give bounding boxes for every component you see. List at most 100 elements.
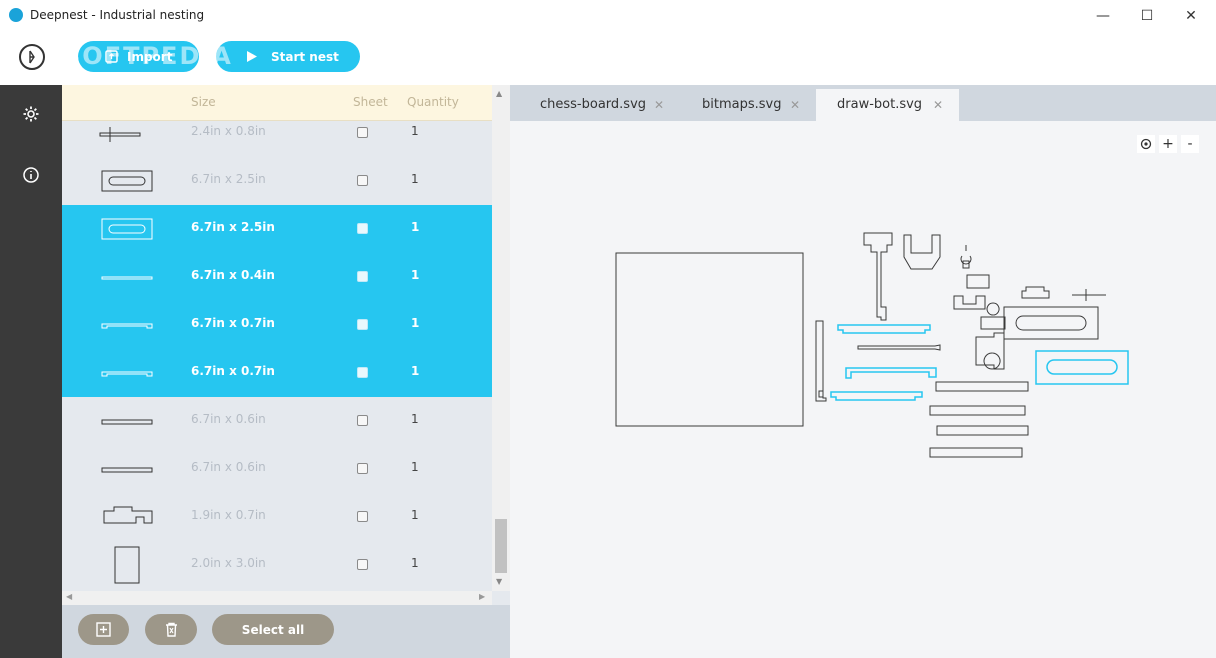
sheet-column-header: Sheet xyxy=(353,95,388,109)
sheet-checkbox[interactable] xyxy=(357,511,368,522)
part-rail-selected-1 xyxy=(837,324,931,334)
sheet-checkbox[interactable] xyxy=(357,127,368,138)
tab-label: bitmaps.svg xyxy=(702,97,782,112)
tab-draw-bot[interactable]: draw-bot.svg ✕ xyxy=(816,89,959,121)
part-quantity[interactable]: 1 xyxy=(411,268,419,282)
import-label: Import xyxy=(127,49,173,64)
sheet-checkbox[interactable] xyxy=(357,415,368,426)
part-quantity[interactable]: 1 xyxy=(411,172,419,186)
parts-panel: Size Sheet Quantity 2.4in x 0.8in 1 6.7in … xyxy=(62,85,510,658)
title-bar: Deepnest - Industrial nesting — ☐ ✕ xyxy=(0,0,1216,31)
part-size: 6.7in x 0.4in xyxy=(191,268,275,282)
close-window-button[interactable]: ✕ xyxy=(1168,0,1214,31)
part-thumbnail xyxy=(101,218,153,240)
close-tab-icon[interactable]: ✕ xyxy=(654,98,664,112)
minimize-button[interactable]: — xyxy=(1080,0,1126,31)
part-size: 6.7in x 2.5in xyxy=(191,220,275,234)
part-quantity[interactable]: 1 xyxy=(411,364,419,378)
part-row[interactable]: 2.4in x 0.8in 1 xyxy=(62,121,492,157)
part-size: 6.7in x 0.7in xyxy=(191,316,275,330)
part-small-rect xyxy=(966,274,990,289)
part-row[interactable]: 6.7in x 0.7in 1 xyxy=(62,349,492,397)
size-column-header: Size xyxy=(191,95,216,109)
part-bar-3 xyxy=(936,425,1029,436)
part-vertical-tab xyxy=(818,390,824,398)
sheet-checkbox[interactable] xyxy=(357,223,368,234)
part-row[interactable]: 6.7in x 0.6in 1 xyxy=(62,397,492,445)
part-quantity[interactable]: 1 xyxy=(411,508,419,522)
part-quantity[interactable]: 1 xyxy=(411,460,419,474)
part-thumbnail xyxy=(101,323,153,329)
start-nest-button[interactable]: Start nest xyxy=(216,41,360,72)
file-tab-bar: chess-board.svg ✕ bitmaps.svg ✕ draw-bot… xyxy=(510,85,1216,121)
part-row[interactable]: 2.0in x 3.0in 1 xyxy=(62,541,492,589)
part-slot-selected xyxy=(1046,359,1118,375)
select-all-button[interactable]: Select all xyxy=(212,614,334,645)
delete-parts-button[interactable] xyxy=(145,614,197,645)
import-button[interactable]: Import xyxy=(78,41,199,72)
part-quantity[interactable]: 1 xyxy=(411,220,419,234)
part-size: 2.4in x 0.8in xyxy=(191,124,266,138)
part-size: 6.7in x 2.5in xyxy=(191,172,266,186)
part-bar-1 xyxy=(935,381,1029,392)
sheet-checkbox[interactable] xyxy=(357,367,368,378)
close-tab-icon[interactable]: ✕ xyxy=(933,98,943,112)
part-thumbnail xyxy=(101,419,153,425)
part-quantity[interactable]: 1 xyxy=(411,316,419,330)
part-thumbnail xyxy=(99,127,141,142)
part-threaded-rod xyxy=(857,344,941,351)
part-quantity[interactable]: 1 xyxy=(411,556,419,570)
part-size: 6.7in x 0.6in xyxy=(191,460,266,474)
part-row[interactable]: 6.7in x 2.5in 1 xyxy=(62,157,492,205)
info-icon[interactable] xyxy=(21,165,41,185)
part-size: 2.0in x 3.0in xyxy=(191,556,266,570)
parts-table-header: Size Sheet Quantity xyxy=(62,85,492,121)
parts-horizontal-scrollbar[interactable]: ◀ ▶ xyxy=(62,591,492,605)
app-icon xyxy=(9,8,23,22)
add-square-icon xyxy=(96,622,111,637)
part-slot xyxy=(1015,315,1087,331)
sheet-checkbox[interactable] xyxy=(357,175,368,186)
settings-gear-icon[interactable] xyxy=(21,104,41,124)
parts-vertical-scrollbar[interactable]: ▲ ▼ xyxy=(492,85,510,591)
part-thumbnail xyxy=(101,170,153,192)
part-row[interactable]: 1.9in x 0.7in 1 xyxy=(62,493,492,541)
sheet-checkbox[interactable] xyxy=(357,559,368,570)
part-slot-plate-selected xyxy=(1035,350,1129,385)
part-half-circle xyxy=(975,332,1005,370)
sheet-checkbox[interactable] xyxy=(357,271,368,282)
maximize-button[interactable]: ☐ xyxy=(1124,0,1170,31)
part-row[interactable]: 6.7in x 0.6in 1 xyxy=(62,445,492,493)
parts-action-bar: Select all xyxy=(62,605,510,658)
start-nest-label: Start nest xyxy=(271,49,339,64)
nest-canvas-area: chess-board.svg ✕ bitmaps.svg ✕ draw-bot… xyxy=(510,85,1216,658)
scrollbar-thumb[interactable] xyxy=(495,519,507,573)
add-sheet-button[interactable] xyxy=(78,614,129,645)
part-row[interactable]: 6.7in x 0.4in 1 xyxy=(62,253,492,301)
tab-bitmaps[interactable]: bitmaps.svg ✕ xyxy=(682,89,812,121)
tab-label: chess-board.svg xyxy=(540,97,647,112)
part-rail-selected-2 xyxy=(845,367,937,379)
window-title: Deepnest - Industrial nesting xyxy=(30,8,205,22)
import-icon xyxy=(105,50,118,63)
part-quantity[interactable]: 1 xyxy=(411,124,419,138)
main-toolbar: Import Start nest SOFTPEDIA xyxy=(0,31,1216,86)
part-row[interactable]: 6.7in x 2.5in 1 xyxy=(62,205,492,253)
sheet-checkbox[interactable] xyxy=(357,319,368,330)
close-tab-icon[interactable]: ✕ xyxy=(790,98,800,112)
part-quantity[interactable]: 1 xyxy=(411,412,419,426)
part-bar-4 xyxy=(929,447,1023,458)
parts-list: 2.4in x 0.8in 1 6.7in x 2.5in 1 6.7in x 2.5i… xyxy=(62,121,492,591)
part-row[interactable]: 6.7in x 0.7in 1 xyxy=(62,301,492,349)
part-bracket xyxy=(903,234,941,270)
sheet-drawing[interactable] xyxy=(510,121,1216,658)
part-size: 6.7in x 0.6in xyxy=(191,412,266,426)
part-thumbnail xyxy=(101,467,153,473)
part-vertical-strip xyxy=(815,320,827,402)
part-bar-2 xyxy=(929,405,1026,416)
sheet-checkbox[interactable] xyxy=(357,463,368,474)
tab-chess-board[interactable]: chess-board.svg ✕ xyxy=(524,89,676,121)
part-thumbnail xyxy=(101,276,153,280)
part-size: 1.9in x 0.7in xyxy=(191,508,266,522)
trash-icon xyxy=(165,622,177,637)
